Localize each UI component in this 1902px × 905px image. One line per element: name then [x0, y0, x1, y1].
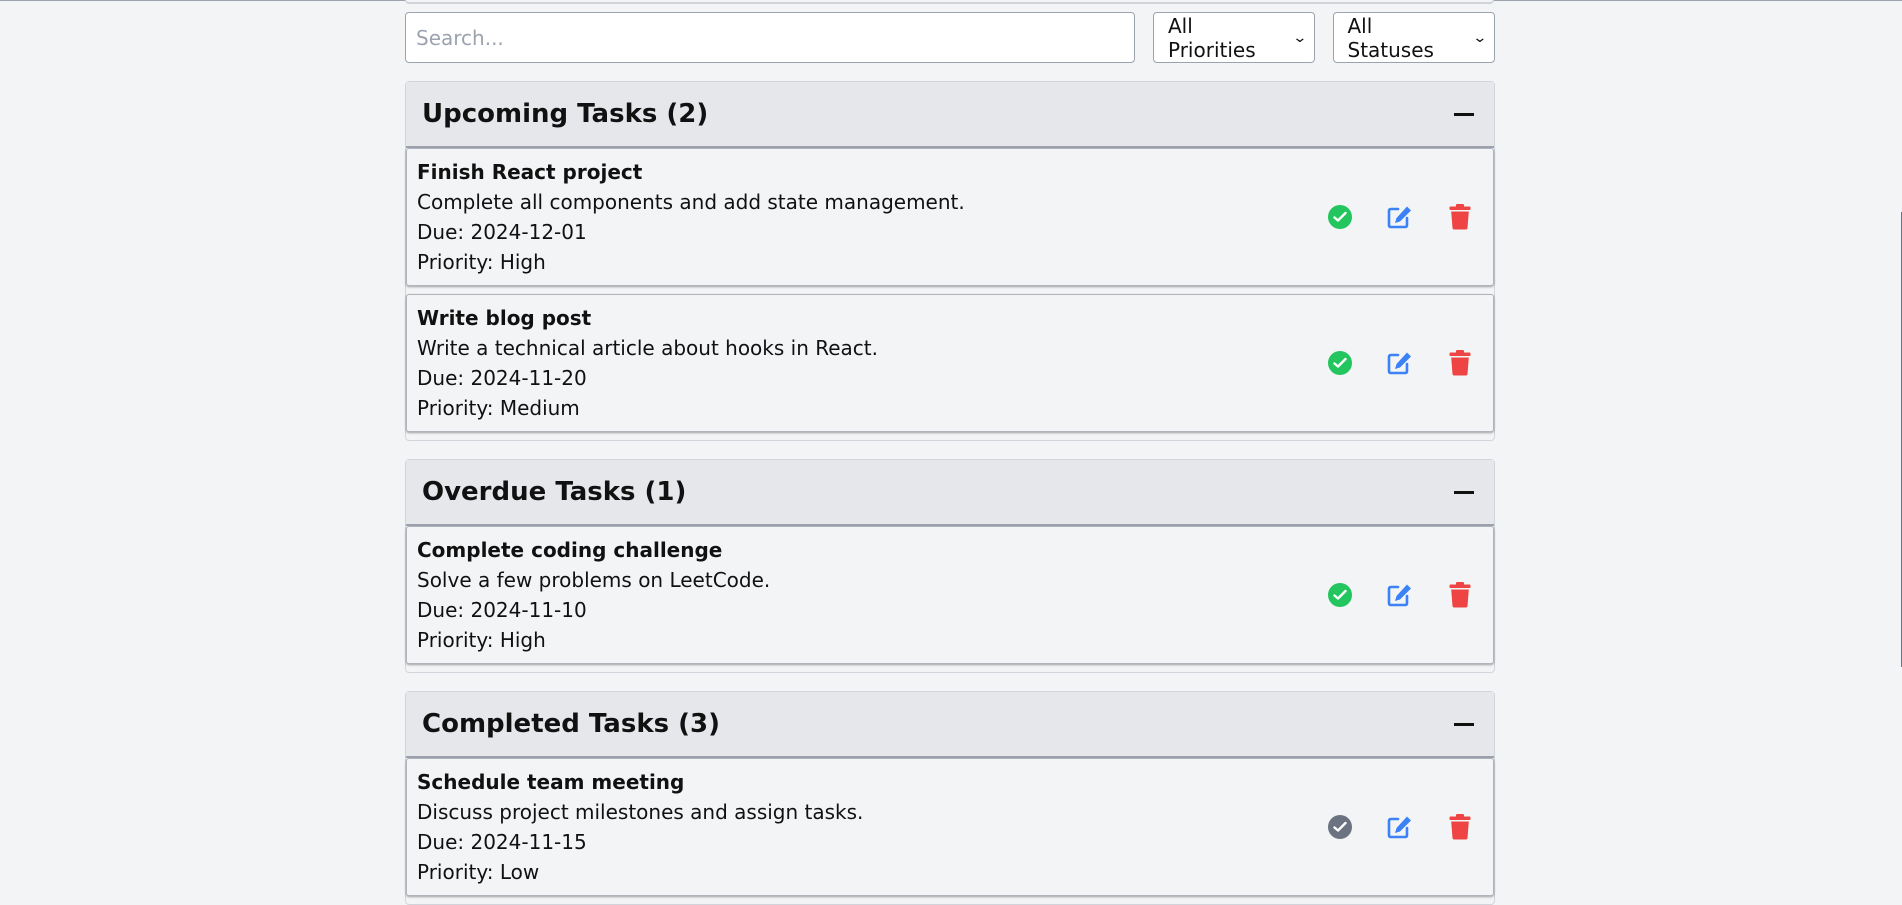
trash-icon — [1449, 814, 1471, 840]
section-title: Overdue Tasks (1) — [422, 477, 687, 507]
task-description: Write a technical article about hooks in… — [417, 336, 878, 360]
overdue-tasks-header[interactable]: Overdue Tasks (1) — [406, 460, 1494, 526]
edit-button[interactable] — [1387, 204, 1413, 230]
task-due-date: Due: 2024-12-01 — [417, 220, 587, 244]
task-item: Schedule team meeting Discuss project mi… — [406, 758, 1494, 896]
task-due-date: Due: 2024-11-10 — [417, 598, 587, 622]
status-filter-select[interactable]: All Statuses ⌄ — [1332, 12, 1495, 63]
check-circle-icon — [1328, 351, 1352, 375]
task-actions — [1327, 814, 1473, 840]
edit-icon — [1387, 584, 1411, 607]
complete-button[interactable] — [1327, 204, 1353, 230]
search-input[interactable] — [405, 12, 1135, 63]
collapse-icon[interactable] — [1454, 722, 1474, 726]
delete-button[interactable] — [1447, 204, 1473, 230]
delete-button[interactable] — [1447, 350, 1473, 376]
upcoming-tasks-section: Upcoming Tasks (2) Finish React project … — [405, 81, 1495, 441]
delete-button[interactable] — [1447, 582, 1473, 608]
priority-filter-select[interactable]: All Priorities ⌄ — [1153, 12, 1315, 63]
task-item: Complete coding challenge Solve a few pr… — [406, 526, 1494, 664]
edit-button[interactable] — [1387, 350, 1413, 376]
task-title: Schedule team meeting — [417, 770, 685, 794]
task-priority: Priority: Low — [417, 860, 540, 884]
delete-button[interactable] — [1447, 814, 1473, 840]
trash-icon — [1449, 350, 1471, 376]
upcoming-tasks-header[interactable]: Upcoming Tasks (2) — [406, 82, 1494, 148]
task-description: Complete all components and add state ma… — [417, 190, 965, 214]
filter-bar: All Priorities ⌄ All Statuses ⌄ — [405, 12, 1495, 63]
complete-button[interactable] — [1327, 350, 1353, 376]
overdue-tasks-section: Overdue Tasks (1) Complete coding challe… — [405, 459, 1495, 673]
task-title: Write blog post — [417, 306, 592, 330]
completed-tasks-section: Completed Tasks (3) Schedule team meetin… — [405, 691, 1495, 905]
header-bottom-edge — [405, 0, 1494, 4]
task-priority: Priority: High — [417, 628, 546, 652]
check-circle-icon — [1328, 815, 1352, 839]
task-description: Discuss project milestones and assign ta… — [417, 800, 864, 824]
task-item: Write blog post Write a technical articl… — [406, 294, 1494, 432]
edit-icon — [1387, 206, 1411, 229]
task-priority: Priority: Medium — [417, 396, 580, 420]
chevron-down-icon: ⌄ — [1292, 29, 1308, 46]
collapse-icon[interactable] — [1454, 490, 1474, 494]
edit-button[interactable] — [1387, 814, 1413, 840]
task-board: All Priorities ⌄ All Statuses ⌄ Upcoming… — [405, 12, 1495, 905]
task-description: Solve a few problems on LeetCode. — [417, 568, 771, 592]
section-title: Completed Tasks (3) — [422, 709, 720, 739]
task-due-date: Due: 2024-11-15 — [417, 830, 587, 854]
task-actions — [1327, 204, 1473, 230]
task-title: Complete coding challenge — [417, 538, 723, 562]
task-actions — [1327, 582, 1473, 608]
collapse-icon[interactable] — [1454, 112, 1474, 116]
edit-icon — [1387, 352, 1411, 375]
check-circle-icon — [1328, 205, 1352, 229]
task-due-date: Due: 2024-11-20 — [417, 366, 587, 390]
task-item: Finish React project Complete all compon… — [406, 148, 1494, 286]
complete-button[interactable] — [1327, 814, 1353, 840]
trash-icon — [1449, 582, 1471, 608]
chevron-down-icon: ⌄ — [1472, 29, 1488, 46]
priority-filter-value: All Priorities — [1168, 13, 1256, 62]
edit-icon — [1387, 816, 1411, 839]
completed-tasks-header[interactable]: Completed Tasks (3) — [406, 692, 1494, 758]
task-title: Finish React project — [417, 160, 643, 184]
status-filter-value: All Statuses — [1347, 13, 1434, 62]
edit-button[interactable] — [1387, 582, 1413, 608]
trash-icon — [1449, 204, 1471, 230]
task-actions — [1327, 350, 1473, 376]
section-title: Upcoming Tasks (2) — [422, 99, 709, 129]
task-priority: Priority: High — [417, 250, 546, 274]
check-circle-icon — [1328, 583, 1352, 607]
complete-button[interactable] — [1327, 582, 1353, 608]
